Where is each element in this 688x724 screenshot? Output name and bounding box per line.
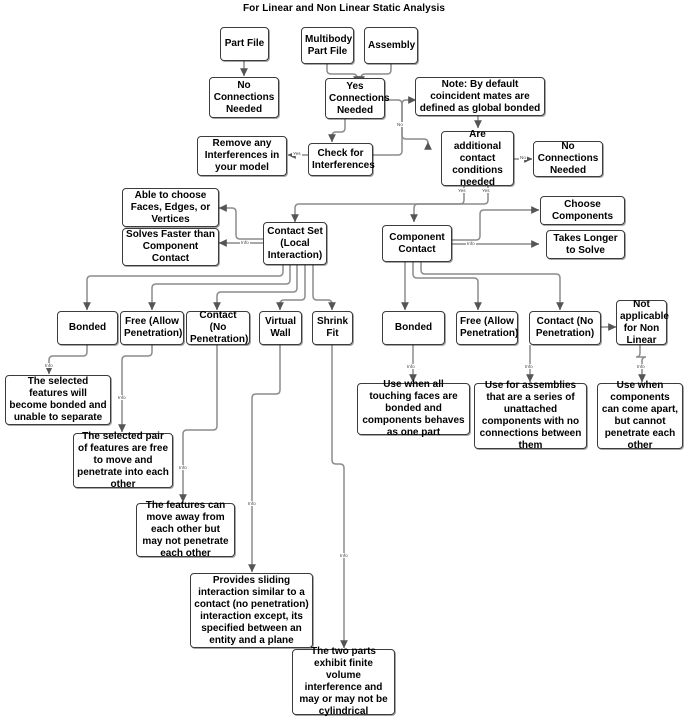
node-desc-virtual-wall[interactable]: Provides sliding interaction similar to … bbox=[190, 573, 313, 648]
node-multibody-part-file[interactable]: Multibody Part File bbox=[301, 27, 354, 64]
node-desc-contact-right-label: Use when components can come apart, but … bbox=[601, 380, 679, 451]
node-solves-faster[interactable]: Solves Faster than Component Contact bbox=[122, 228, 219, 266]
node-desc-contact-left-label: The features can move away from each oth… bbox=[142, 500, 229, 559]
node-component-contact[interactable]: Component Contact bbox=[382, 225, 452, 262]
node-takes-longer-to-solve[interactable]: Takes Longer to Solve bbox=[546, 230, 625, 259]
edge-label-info-component-contact: Info bbox=[466, 241, 476, 246]
node-check-interferences-label: Check for Interferences bbox=[312, 147, 375, 171]
node-check-interferences[interactable]: Check for Interferences bbox=[308, 143, 375, 176]
flowchart-canvas: For Linear and Non Linear Static Analysi… bbox=[0, 0, 688, 724]
node-right-contact-no-penetration[interactable]: Contact (No Penetration) bbox=[529, 311, 601, 345]
node-desc-free-left-label: The selected pair of features are free t… bbox=[77, 430, 169, 490]
node-able-to-choose-label: Able to choose Faces, Edges, or Vertices bbox=[130, 189, 211, 225]
node-desc-bonded-left[interactable]: The selected features will become bonded… bbox=[5, 375, 111, 425]
node-no-connections-needed-left[interactable]: No Connections Needed bbox=[209, 77, 279, 118]
edge-label-info-contact-left: Info bbox=[178, 465, 188, 470]
node-contact-set-label: Contact Set (Local Interaction) bbox=[267, 225, 323, 261]
node-able-to-choose[interactable]: Able to choose Faces, Edges, or Vertices bbox=[122, 188, 219, 227]
edge-label-info-contact-set: Info bbox=[240, 240, 250, 245]
node-part-file-label: Part File bbox=[224, 38, 265, 49]
edge-label-info-contact-right: Info bbox=[636, 364, 646, 369]
node-right-contact-no-penetration-label: Contact (No Penetration) bbox=[535, 316, 595, 339]
node-desc-free-right-label: Use for assemblies that are a series of … bbox=[479, 380, 582, 451]
edge-label-no-additional: No bbox=[519, 155, 527, 160]
node-right-bonded[interactable]: Bonded bbox=[382, 311, 445, 345]
node-desc-shrink-fit-label: The two parts exhibit finite volume inte… bbox=[299, 646, 388, 717]
node-left-contact-no-penetration-label: Contact (No Penetration) bbox=[190, 310, 249, 345]
edge-label-yes-right: Yes bbox=[481, 188, 491, 193]
node-left-bonded[interactable]: Bonded bbox=[57, 311, 118, 345]
edge-label-info-shrink-fit: Info bbox=[339, 553, 349, 558]
node-additional-contact-conditions[interactable]: Are additional contact conditions needed bbox=[441, 128, 514, 188]
node-assembly-label: Assembly bbox=[368, 39, 416, 51]
node-yes-connections-needed-label: Yes Connections Needed bbox=[329, 80, 390, 116]
node-component-contact-label: Component Contact bbox=[389, 231, 445, 255]
edge-label-info-free-right: Info bbox=[524, 364, 534, 369]
node-part-file[interactable]: Part File bbox=[220, 27, 269, 61]
node-desc-shrink-fit[interactable]: The two parts exhibit finite volume inte… bbox=[292, 646, 395, 717]
edge-label-info-virtual-wall: Info bbox=[247, 501, 257, 506]
edge-label-info-free-left: Info bbox=[117, 395, 127, 400]
node-contact-set[interactable]: Contact Set (Local Interaction) bbox=[263, 222, 327, 265]
edge-label-yes-left: Yes bbox=[457, 188, 467, 193]
node-assembly[interactable]: Assembly bbox=[364, 27, 418, 64]
node-right-free-penetration-label: Free (Allow Penetration) bbox=[460, 316, 519, 339]
node-desc-bonded-left-label: The selected features will become bonded… bbox=[9, 376, 107, 423]
edge-label-info-bonded-right: Info bbox=[406, 364, 416, 369]
node-left-bonded-label: Bonded bbox=[68, 322, 107, 333]
node-shrink-fit[interactable]: Shrink Fit bbox=[312, 311, 353, 345]
node-choose-components-label: Choose Components bbox=[551, 198, 614, 222]
node-multibody-part-file-label: Multibody Part File bbox=[305, 33, 353, 57]
node-desc-free-right[interactable]: Use for assemblies that are a series of … bbox=[474, 380, 587, 451]
node-solves-faster-label: Solves Faster than Component Contact bbox=[126, 229, 215, 264]
node-desc-virtual-wall-label: Provides sliding interaction similar to … bbox=[194, 574, 309, 646]
node-virtual-wall[interactable]: Virtual Wall bbox=[259, 311, 302, 345]
edge-label-info-bonded-left: Info bbox=[44, 363, 54, 368]
node-choose-components[interactable]: Choose Components bbox=[540, 196, 625, 225]
node-not-applicable-nonlinear-label: Not applicable for Non Linear bbox=[620, 298, 669, 346]
node-no-connections-needed-left-label: No Connections Needed bbox=[213, 79, 275, 115]
node-no-connections-needed-right-label: No Connections Needed bbox=[537, 141, 599, 176]
node-left-contact-no-penetration[interactable]: Contact (No Penetration) bbox=[186, 310, 250, 345]
node-desc-bonded-right-label: Use when all touching faces are bonded a… bbox=[362, 379, 465, 438]
node-additional-contact-conditions-label: Are additional contact conditions needed bbox=[452, 128, 503, 188]
node-takes-longer-to-solve-label: Takes Longer to Solve bbox=[553, 232, 618, 256]
node-left-free-penetration[interactable]: Free (Allow Penetration) bbox=[120, 311, 184, 345]
node-desc-contact-left[interactable]: The features can move away from each oth… bbox=[136, 500, 235, 559]
node-not-applicable-nonlinear[interactable]: Not applicable for Non Linear bbox=[616, 298, 669, 346]
node-virtual-wall-label: Virtual Wall bbox=[265, 316, 296, 339]
node-note-coincident[interactable]: Note: By default coincident mates are de… bbox=[415, 77, 545, 116]
node-right-free-penetration[interactable]: Free (Allow Penetration) bbox=[456, 311, 518, 345]
node-remove-interferences-label: Remove any Interferences in your model bbox=[204, 138, 280, 173]
edge-label-no-from-yes: No bbox=[396, 122, 404, 127]
node-yes-connections-needed[interactable]: Yes Connections Needed bbox=[325, 78, 390, 119]
node-remove-interferences[interactable]: Remove any Interferences in your model bbox=[197, 136, 287, 176]
node-shrink-fit-label: Shrink Fit bbox=[316, 316, 349, 339]
node-left-free-penetration-label: Free (Allow Penetration) bbox=[124, 316, 183, 339]
node-desc-free-left[interactable]: The selected pair of features are free t… bbox=[73, 430, 173, 490]
node-no-connections-needed-right[interactable]: No Connections Needed bbox=[533, 141, 603, 177]
node-note-coincident-label: Note: By default coincident mates are de… bbox=[419, 78, 541, 114]
edge-label-yes-interferences: Yes bbox=[292, 151, 302, 156]
node-desc-contact-right[interactable]: Use when components can come apart, but … bbox=[597, 380, 683, 451]
node-desc-bonded-right[interactable]: Use when all touching faces are bonded a… bbox=[357, 379, 470, 438]
page-title: For Linear and Non Linear Static Analysi… bbox=[242, 3, 446, 14]
node-right-bonded-label: Bonded bbox=[394, 322, 433, 333]
